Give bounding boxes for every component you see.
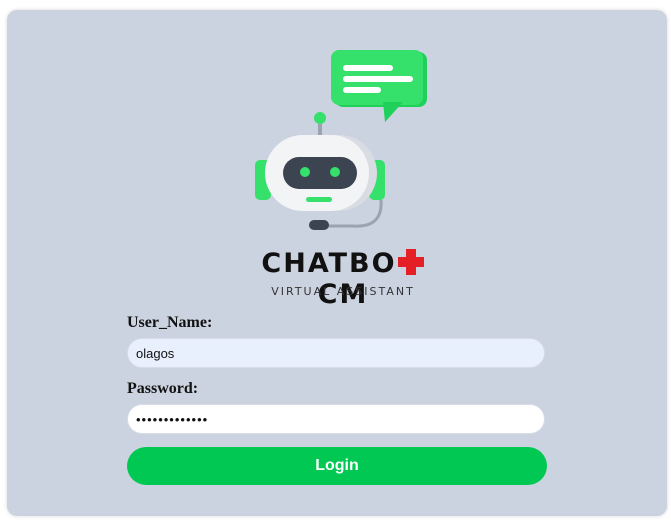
brand-tagline: VIRTUAL ASSISTANT [271, 285, 415, 298]
brand-logo: CHATBOCM VIRTUAL ASSISTANT [243, 50, 443, 310]
login-card: CHATBOCM VIRTUAL ASSISTANT User_Name: Pa… [7, 10, 667, 516]
brand-name: CHATBOCM [243, 248, 443, 310]
chatbot-robot-icon [255, 50, 427, 230]
password-input[interactable] [127, 404, 545, 434]
login-button[interactable]: Login [127, 447, 547, 485]
username-label: User_Name: [127, 314, 213, 331]
chat-bubble-icon [331, 50, 427, 122]
red-cross-icon [397, 249, 424, 275]
username-input[interactable] [127, 338, 545, 368]
brand-name-left: CHATBO [261, 248, 397, 279]
password-label: Password: [127, 380, 199, 397]
